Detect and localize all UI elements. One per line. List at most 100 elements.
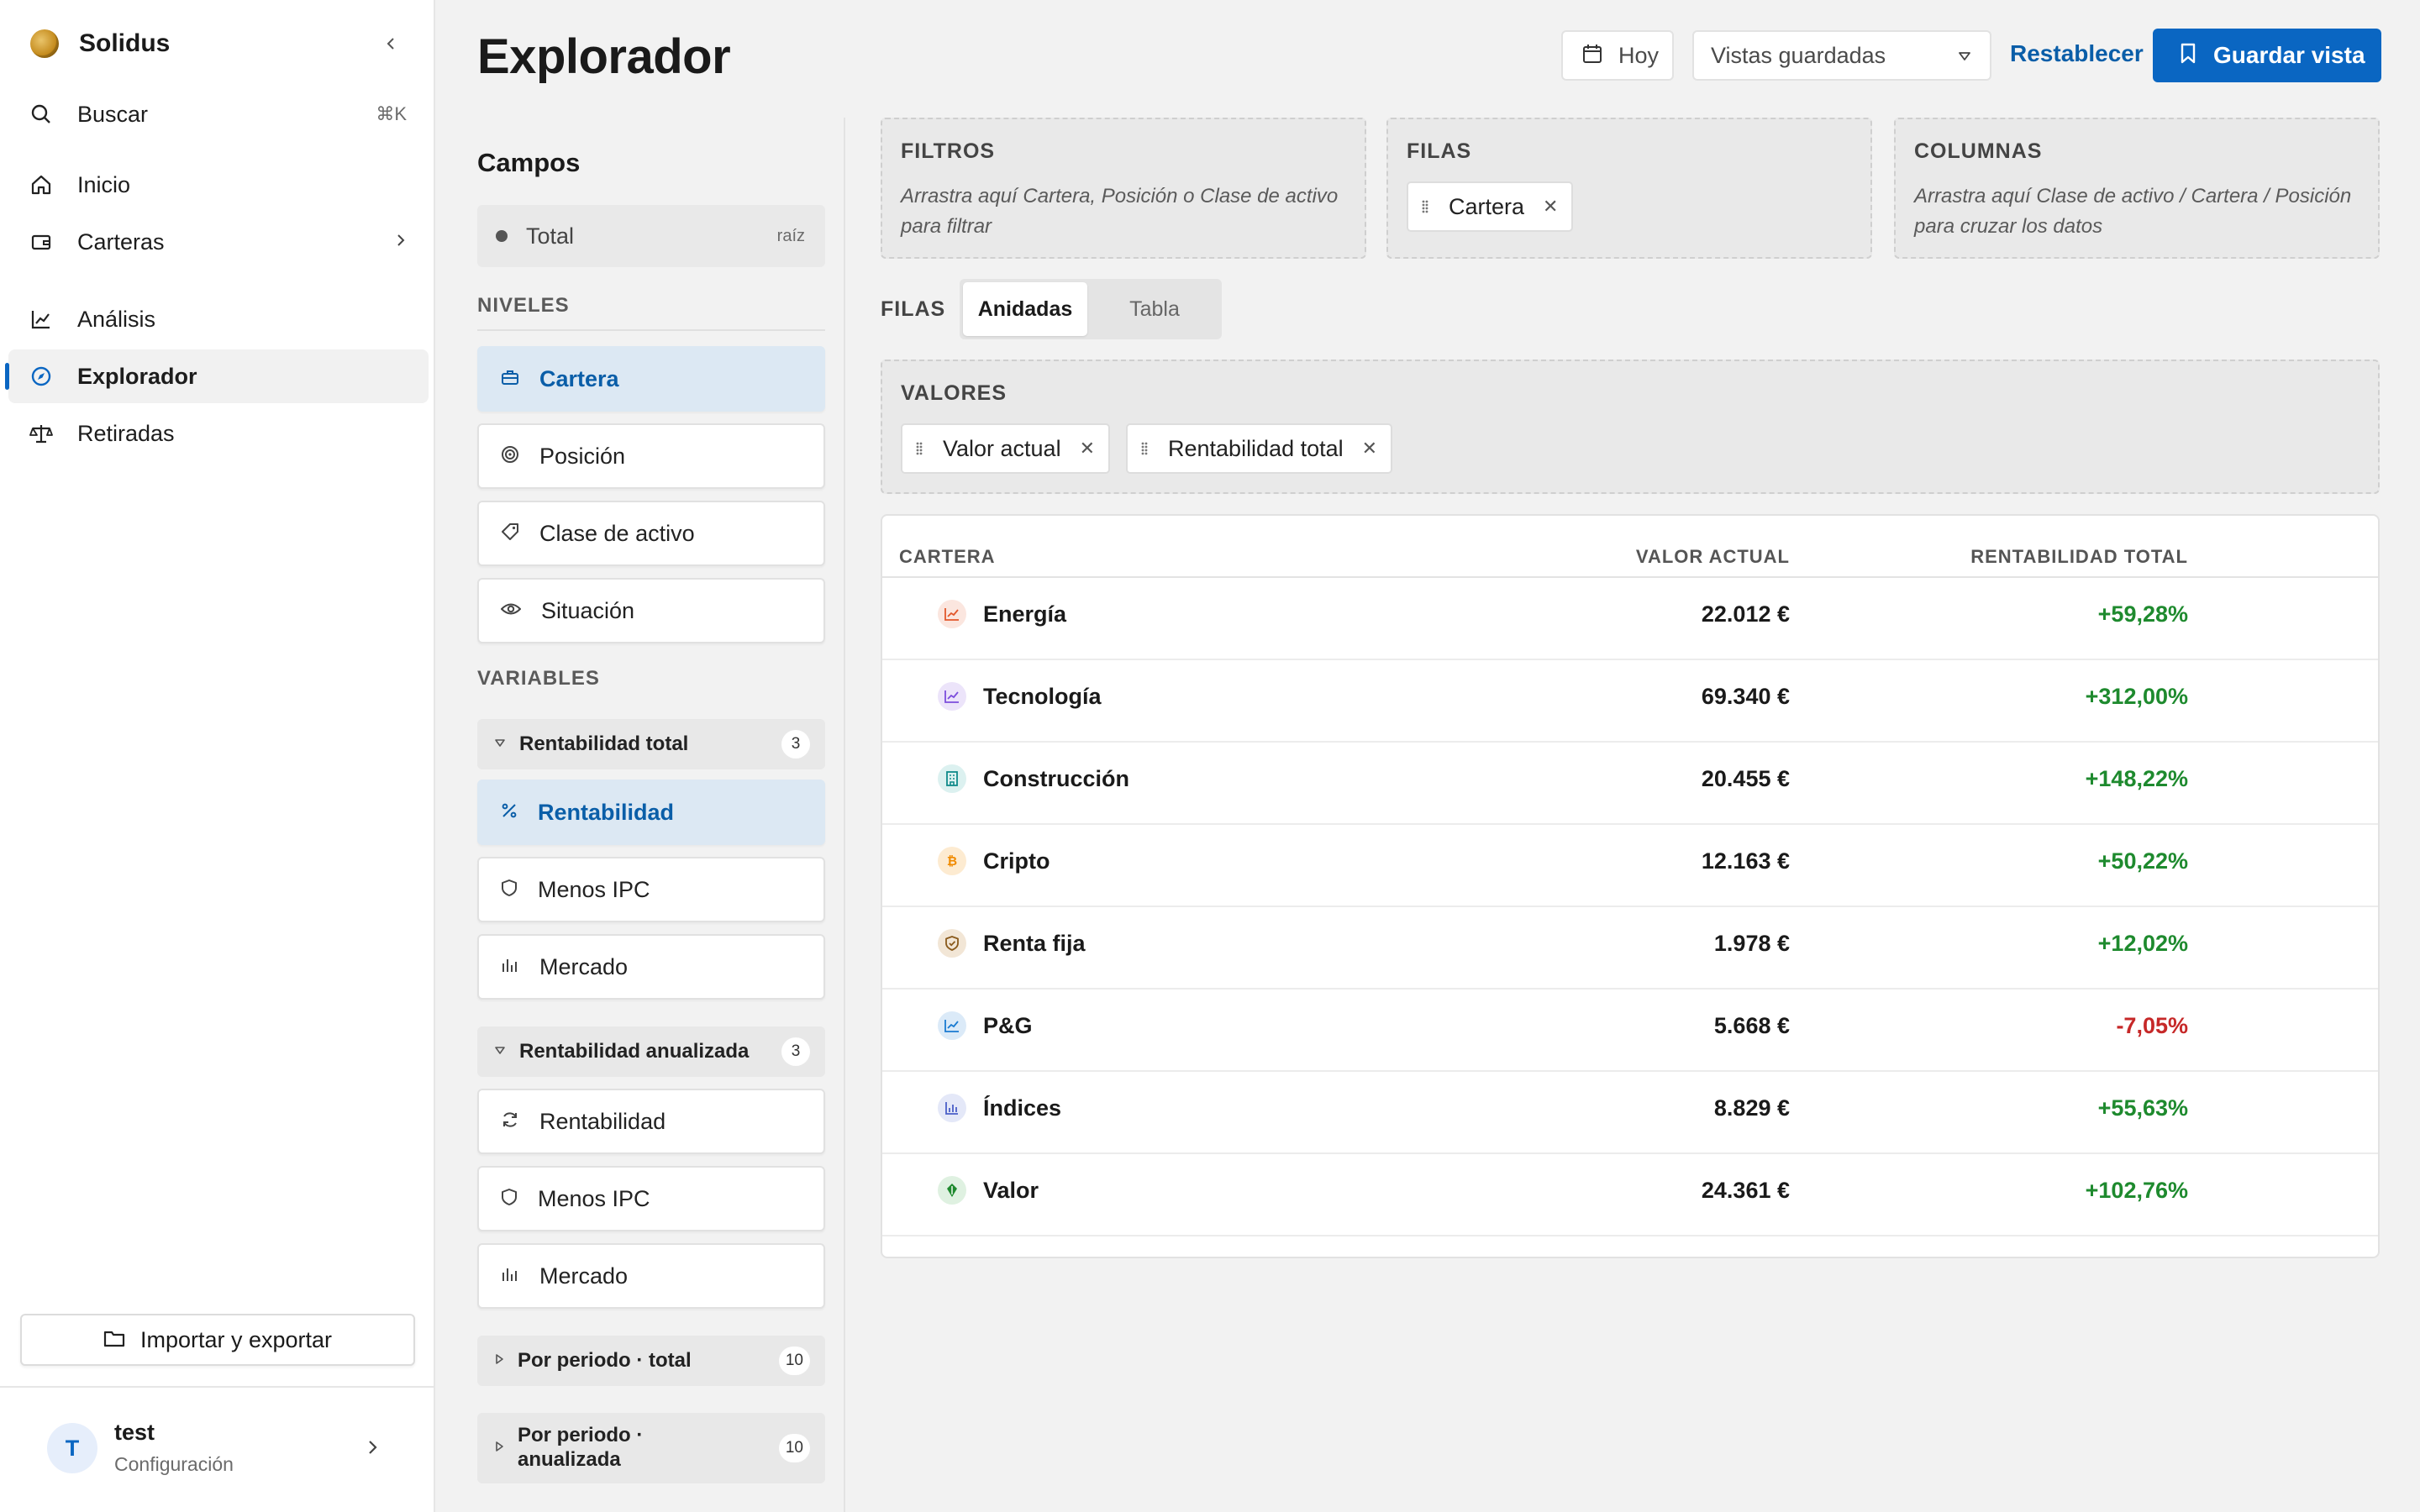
current-value-cell: 24.361 € — [1701, 1178, 1790, 1203]
date-label: Hoy — [1618, 42, 1660, 68]
field-rentabilidad-anualizada-menos-ipc[interactable]: Menos IPC — [477, 1166, 825, 1231]
field-posicion[interactable]: Posición — [477, 423, 825, 489]
group-por-periodo-total[interactable]: Por periodo · total 10 — [477, 1336, 825, 1386]
table-total-row: Total general164.807 €+135,10% — [882, 1236, 2378, 1257]
field-situacion[interactable]: Situación — [477, 578, 825, 643]
app-name: Solidus — [79, 29, 171, 57]
drag-handle-icon[interactable] — [916, 442, 924, 455]
nav-item-label: Retiradas — [77, 420, 175, 446]
rows-mode-label: FILAS — [881, 297, 946, 321]
levels-section-title: NIVELES — [477, 294, 570, 317]
sidebar: Solidus Buscar ⌘K Inicio Carteras Anális… — [0, 0, 435, 1512]
table-row[interactable]: P&G 5.668 € -7,05% — [882, 990, 2378, 1072]
caret-down-icon — [1958, 50, 1971, 66]
total-return-cell: +59,28% — [2097, 601, 2188, 627]
table-row[interactable]: Renta fija 1.978 € +12,02% — [882, 907, 2378, 990]
portfolio-name: Tecnología — [983, 683, 1102, 709]
save-view-button[interactable]: Guardar vista — [2153, 29, 2381, 82]
nav-item-inicio[interactable]: Inicio — [8, 158, 429, 212]
portfolio-name-cell[interactable]: P&G — [938, 1011, 1033, 1040]
portfolio-name: Valor — [983, 1177, 1039, 1203]
chip-label: Rentabilidad total — [1168, 435, 1344, 461]
field-cartera[interactable]: Cartera — [477, 346, 825, 412]
portfolio-name-cell[interactable]: Construcción — [938, 764, 1129, 793]
portfolio-name-cell[interactable]: Renta fija — [938, 929, 1086, 958]
caret-down-icon — [494, 1044, 506, 1059]
portfolio-name: Cripto — [983, 848, 1050, 874]
field-label: Rentabilidad — [539, 1108, 666, 1134]
field-rentabilidad-total-rentabilidad[interactable]: Rentabilidad — [477, 780, 825, 845]
close-icon[interactable]: ✕ — [1543, 196, 1558, 218]
table-row[interactable]: Energía 22.012 € +59,28% — [882, 578, 2378, 660]
variables-section-title: VARIABLES — [477, 667, 600, 690]
values-dropzone[interactable]: VALORES Valor actual ✕ Rentabilidad tota… — [881, 360, 2380, 494]
table-row[interactable]: Construcción 20.455 € +148,22% — [882, 743, 2378, 825]
rows-dropzone[interactable]: FILAS Cartera ✕ — [1386, 118, 1872, 259]
rows-mode-nested[interactable]: Anidadas — [963, 282, 1087, 336]
building-icon — [938, 764, 966, 793]
import-export-button[interactable]: Importar y exportar — [20, 1314, 415, 1366]
shield-icon — [501, 879, 518, 901]
group-rentabilidad-anualizada[interactable]: Rentabilidad anualizada 3 — [477, 1026, 825, 1077]
calendar-icon — [1581, 43, 1603, 69]
chevron-right-icon — [366, 1438, 380, 1461]
row-chip-cartera[interactable]: Cartera ✕ — [1407, 181, 1574, 232]
solidus-coin-logo — [30, 29, 59, 58]
field-rentabilidad-total-mercado[interactable]: Mercado — [477, 934, 825, 1000]
date-picker-button[interactable]: Hoy — [1561, 30, 1674, 81]
briefcase-icon — [501, 369, 519, 390]
nav-item-explorador[interactable]: Explorador — [5, 349, 429, 403]
close-icon[interactable]: ✕ — [1362, 438, 1377, 459]
total-return-cell: +55,63% — [2097, 1095, 2188, 1121]
total-return-cell: -7,05% — [2116, 1013, 2188, 1038]
portfolio-name-cell[interactable]: Energía — [938, 600, 1066, 628]
portfolio-name-cell[interactable]: Tecnología — [938, 682, 1102, 711]
column-header-cartera[interactable]: CARTERA — [899, 546, 996, 568]
collapse-sidebar-button[interactable] — [380, 32, 403, 55]
columns-dropzone[interactable]: COLUMNAS Arrastra aquí Clase de activo /… — [1894, 118, 2380, 259]
group-por-periodo-anualizada[interactable]: Por periodo · anualizada 10 — [477, 1413, 825, 1483]
portfolio-name-cell[interactable]: Valor — [938, 1176, 1039, 1205]
table-row[interactable]: Índices 8.829 € +55,63% — [882, 1072, 2378, 1154]
group-label: Rentabilidad anualizada — [519, 1039, 750, 1063]
reset-link[interactable]: Restablecer — [2010, 40, 2144, 67]
column-header-rentabilidad-total[interactable]: RENTABILIDAD TOTAL — [1970, 546, 2188, 568]
portfolio-name-cell[interactable]: Índices — [938, 1094, 1061, 1122]
saved-views-select[interactable]: Vistas guardadas — [1692, 30, 1991, 81]
table-row[interactable]: ₿ Cripto 12.163 € +50,22% — [882, 825, 2378, 907]
column-header-valor-actual[interactable]: VALOR ACTUAL — [1636, 546, 1790, 568]
field-rentabilidad-anualizada-rentabilidad[interactable]: Rentabilidad — [477, 1089, 825, 1154]
value-chip-valor-actual[interactable]: Valor actual ✕ — [901, 423, 1111, 474]
field-label: Menos IPC — [538, 876, 650, 902]
chip-label: Valor actual — [943, 435, 1061, 461]
portfolio-name: P&G — [983, 1012, 1033, 1038]
table-row[interactable]: Tecnología 69.340 € +312,00% — [882, 660, 2378, 743]
field-label: Posición — [539, 443, 626, 469]
group-label: Rentabilidad total — [519, 732, 689, 755]
nav-item-label: Carteras — [77, 228, 165, 255]
nav-item-carteras[interactable]: Carteras — [8, 215, 429, 269]
search-nav[interactable]: Buscar ⌘K — [8, 87, 429, 141]
filters-dropzone[interactable]: FILTROS Arrastra aquí Cartera, Posición … — [881, 118, 1366, 259]
value-chip-rentabilidad-total[interactable]: Rentabilidad total ✕ — [1126, 423, 1393, 474]
field-total-root[interactable]: Total raíz — [477, 205, 825, 267]
caret-down-icon — [494, 737, 506, 752]
table-row[interactable]: Valor 24.361 € +102,76% — [882, 1154, 2378, 1236]
field-clase-de-activo[interactable]: Clase de activo — [477, 501, 825, 566]
rows-mode-table[interactable]: Tabla — [1091, 282, 1218, 336]
portfolio-name: Construcción — [983, 765, 1130, 791]
group-label-line: anualizada — [518, 1448, 621, 1471]
brand[interactable]: Solidus — [30, 27, 170, 60]
field-label: Menos IPC — [538, 1185, 650, 1211]
field-rentabilidad-anualizada-mercado[interactable]: Mercado — [477, 1243, 825, 1309]
drag-handle-icon[interactable] — [1422, 200, 1430, 213]
nav-item-retiradas[interactable]: Retiradas — [8, 407, 429, 460]
portfolio-name-cell[interactable]: ₿ Cripto — [938, 847, 1050, 875]
drag-handle-icon[interactable] — [1141, 442, 1150, 455]
field-rentabilidad-total-menos-ipc[interactable]: Menos IPC — [477, 857, 825, 922]
close-icon[interactable]: ✕ — [1080, 438, 1095, 459]
svg-text:₿: ₿ — [947, 853, 957, 869]
user-menu[interactable]: T test Configuración — [0, 1386, 434, 1512]
group-rentabilidad-total[interactable]: Rentabilidad total 3 — [477, 719, 825, 769]
nav-item-analisis[interactable]: Análisis — [8, 292, 429, 346]
